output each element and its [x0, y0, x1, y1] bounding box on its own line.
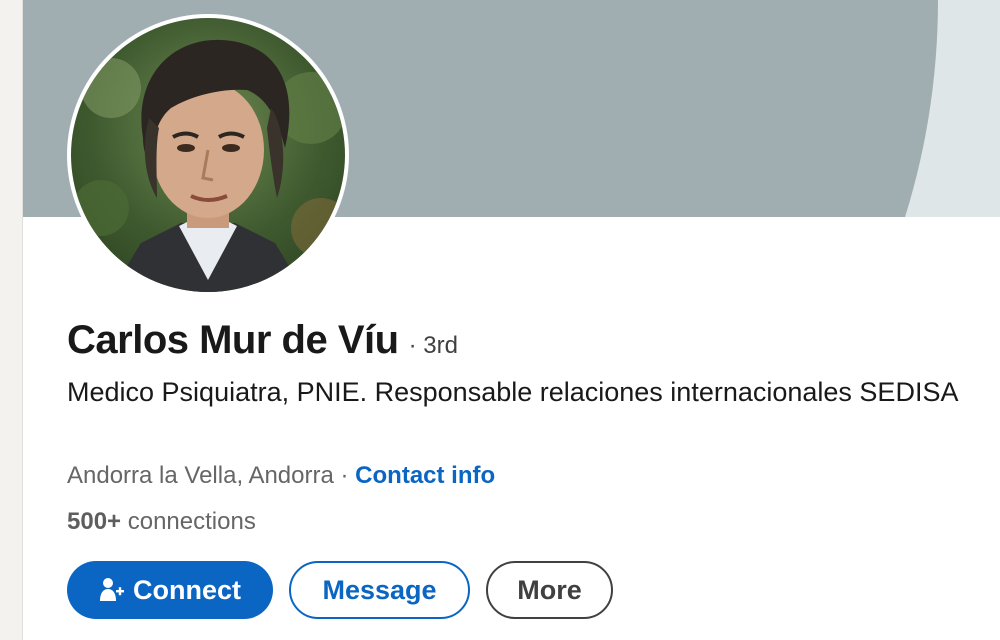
connections-label: connections [127, 508, 256, 535]
message-label: Message [322, 574, 437, 605]
more-button[interactable]: More [486, 561, 613, 619]
more-label: More [517, 574, 582, 605]
separator: · [333, 462, 356, 489]
profile-headline: Medico Psiquiatra, PNIE. Responsable rel… [67, 377, 959, 407]
profile-photo [71, 18, 345, 292]
add-person-icon [99, 577, 125, 603]
profile-actions: Connect Message More [67, 561, 613, 619]
location-row: Andorra la Vella, Andorra · Contact info [67, 462, 495, 490]
connect-label: Connect [133, 574, 241, 605]
connect-button[interactable]: Connect [67, 561, 273, 619]
name-row: Carlos Mur de Víu · 3rd [67, 318, 458, 363]
connections-count: 500+ [67, 508, 122, 535]
connections-row[interactable]: 500+ connections [67, 508, 256, 536]
contact-info-link[interactable]: Contact info [355, 462, 495, 489]
message-button[interactable]: Message [289, 561, 470, 619]
connection-degree: · 3rd [408, 332, 458, 359]
avatar[interactable] [67, 14, 349, 296]
profile-location: Andorra la Vella, Andorra [67, 462, 334, 489]
profile-name: Carlos Mur de Víu [67, 318, 399, 362]
profile-card: Carlos Mur de Víu · 3rd Medico Psiquiatr… [22, 0, 1000, 640]
